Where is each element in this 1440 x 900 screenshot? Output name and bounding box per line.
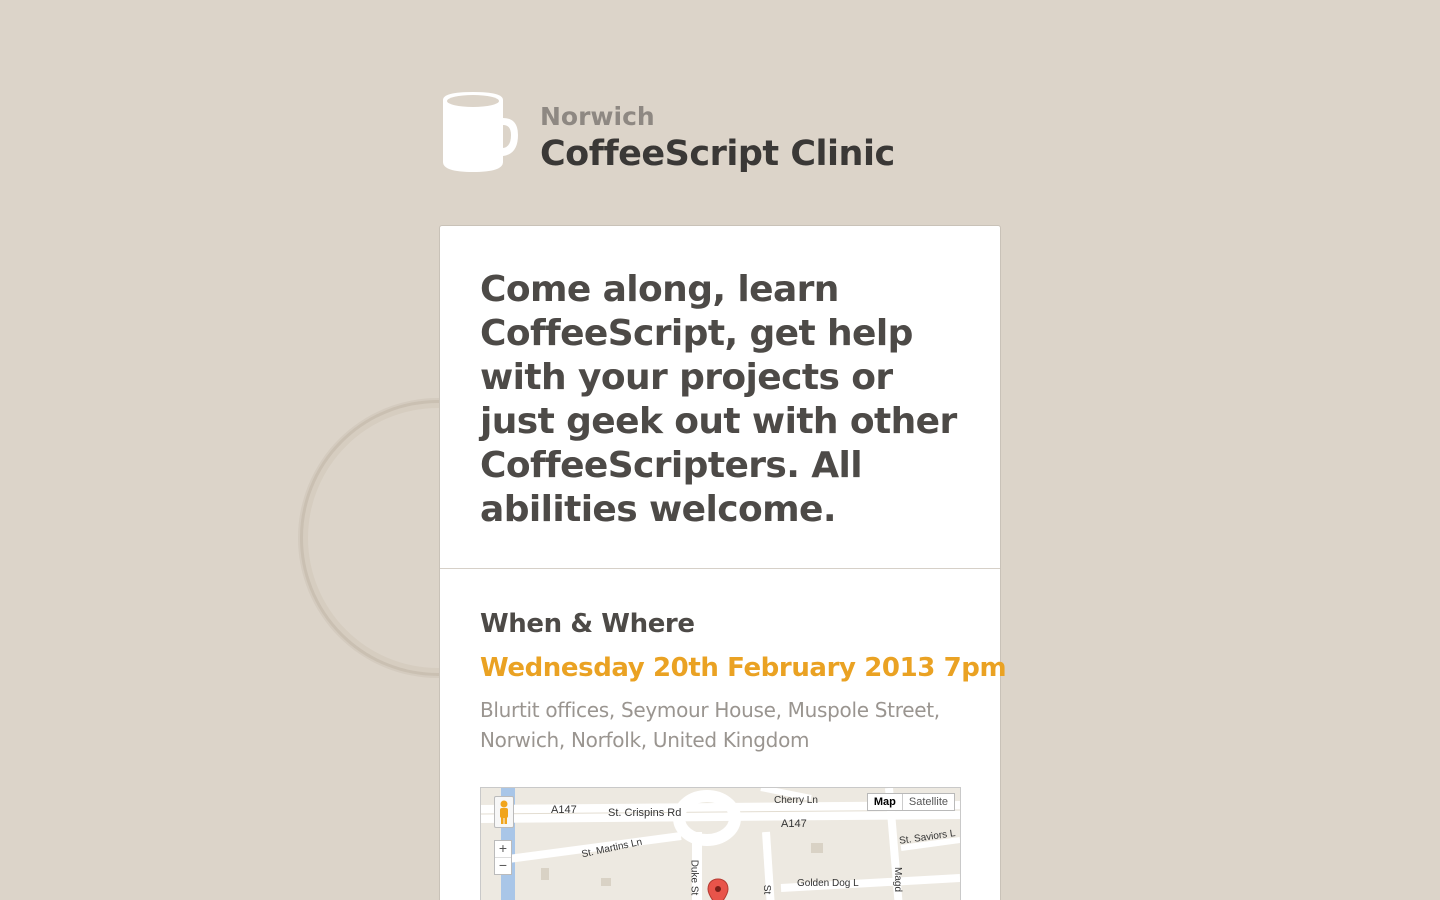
pegman-icon	[500, 800, 508, 824]
map-marker-icon[interactable]	[707, 878, 729, 900]
event-date: Wednesday 20th February 2013 7pm	[480, 653, 1007, 683]
map-label-st: St	[761, 884, 773, 895]
map-label-golden-dog: Golden Dog L	[797, 878, 859, 889]
zoom-control: + −	[494, 840, 512, 875]
map-label-cherry-ln: Cherry Ln	[774, 795, 818, 806]
map-label-a147: A147	[781, 818, 807, 830]
site-header: Norwich CoffeeScript Clinic	[440, 90, 1000, 180]
map-type-satellite-button[interactable]: Satellite	[903, 794, 954, 810]
city-name: Norwich	[540, 102, 655, 131]
coffee-mug-icon	[443, 92, 518, 172]
page: Norwich CoffeeScript Clinic Come along, …	[0, 0, 1440, 900]
map-label-magd: Magd	[892, 866, 904, 893]
when-where-section: When & Where Wednesday 20th February 201…	[440, 569, 1007, 900]
event-card: Come along, learn CoffeeScript, get help…	[439, 225, 1007, 900]
site-title[interactable]: CoffeeScript Clinic	[540, 134, 895, 174]
location-map[interactable]: A147 St. Crispins Rd Cherry Ln A147 St. …	[480, 787, 961, 900]
intro-section: Come along, learn CoffeeScript, get help…	[440, 226, 1000, 569]
map-label-a147: A147	[551, 804, 577, 816]
map-label-st-crispins: St. Crispins Rd	[608, 807, 682, 819]
zoom-out-button[interactable]: −	[495, 858, 511, 874]
event-address: Blurtit offices, Seymour House, Muspole …	[480, 698, 940, 752]
map-label-duke-st: Duke St	[688, 859, 700, 896]
section-heading: When & Where	[480, 609, 695, 639]
street-view-pegman-icon[interactable]	[494, 796, 514, 828]
map-type-control: Map Satellite	[866, 793, 955, 811]
zoom-in-button[interactable]: +	[495, 841, 511, 858]
intro-text: Come along, learn CoffeeScript, get help…	[480, 269, 957, 530]
map-type-map-button[interactable]: Map	[868, 794, 903, 810]
